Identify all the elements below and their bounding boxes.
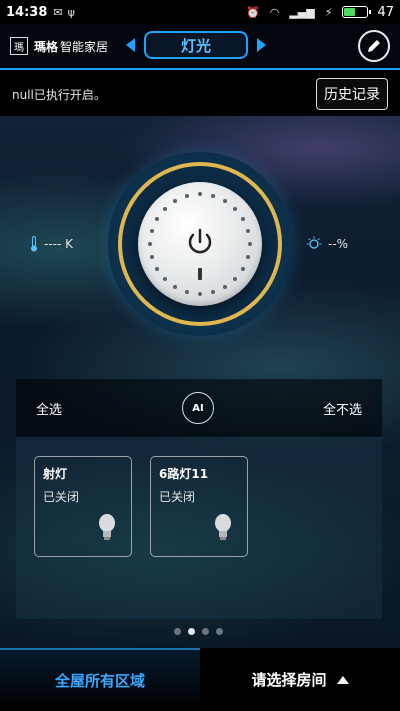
bottom-bar: 全屋所有区域 请选择房间 <box>0 648 400 711</box>
signal-icon: ▂▄▆ <box>289 5 315 19</box>
power-icon[interactable] <box>182 224 218 260</box>
battery-level: 47 <box>377 4 394 20</box>
dial-tick <box>149 229 154 234</box>
brand-name: 瑪格 <box>34 39 59 54</box>
dial-tick <box>173 285 177 290</box>
color-temp-value: ---- K <box>44 237 74 251</box>
device-name: 射灯 <box>43 467 68 481</box>
edit-button[interactable] <box>358 30 390 62</box>
device-status: 已关闭 <box>43 490 80 504</box>
dial-tick <box>210 290 215 295</box>
page-indicator <box>174 628 223 635</box>
dial-tick <box>173 198 177 203</box>
dial-tick <box>241 267 246 271</box>
page-dot[interactable] <box>188 628 195 635</box>
dial-tick <box>233 277 238 282</box>
prev-category-icon[interactable] <box>126 38 135 52</box>
dial-tick <box>149 254 154 259</box>
dial-tick <box>246 229 251 234</box>
status-message: null已执行开启。 <box>12 87 106 102</box>
brand-logo: 瑪 <box>10 37 28 55</box>
info-bar: null已执行开启。 历史记录 <box>0 72 400 116</box>
dial-tick <box>246 254 251 259</box>
email-icon: ✉ <box>53 5 63 19</box>
dial-tick <box>210 193 215 198</box>
color-temp-readout: ---- K <box>30 236 73 252</box>
dial-tick <box>223 285 227 290</box>
bulb-rays-icon <box>306 236 322 249</box>
ai-icon: AI <box>192 402 204 414</box>
dial-knob[interactable] <box>138 182 262 306</box>
dial-tick <box>154 267 159 271</box>
brightness-readout: --% <box>306 236 348 252</box>
brand: 瑪 瑪格 智能家居 <box>10 37 108 55</box>
dial-tick <box>223 198 227 203</box>
ai-button[interactable]: AI <box>182 392 214 424</box>
usb-icon: ψ <box>67 5 75 19</box>
dial-tick <box>198 292 202 296</box>
device-status: 已关闭 <box>159 490 196 504</box>
pencil-icon <box>368 40 380 52</box>
device-card[interactable]: 6路灯11 已关闭 <box>150 456 248 557</box>
all-areas-tab[interactable]: 全屋所有区域 <box>0 648 200 711</box>
dial-tick <box>162 206 167 211</box>
dial-tick <box>162 277 167 282</box>
control-stage: ---- K --% 全选 AI 全不选 射灯 已关闭 6路灯11 已关闭 <box>0 116 400 648</box>
battery-icon <box>342 6 372 18</box>
dial-tick <box>185 193 190 198</box>
dial-level-marker <box>198 268 202 280</box>
select-room-label: 请选择房间 <box>251 671 327 689</box>
current-category-tab[interactable]: 灯光 <box>144 31 248 59</box>
next-category-icon[interactable] <box>257 38 266 52</box>
app-header: 瑪 瑪格 智能家居 灯光 <box>0 24 400 70</box>
panel-header: 全选 AI 全不选 <box>16 379 382 437</box>
status-bar: 14:38 ✉ ψ ⏰ ◠ ▂▄▆ ⚡ 47 <box>0 0 400 24</box>
select-all-button[interactable]: 全选 <box>36 399 62 418</box>
device-panel: 全选 AI 全不选 射灯 已关闭 6路灯11 已关闭 <box>16 379 382 619</box>
page-dot[interactable] <box>174 628 181 635</box>
device-card[interactable]: 射灯 已关闭 <box>34 456 132 557</box>
charging-icon: ⚡ <box>324 5 333 19</box>
dial-tick <box>154 217 159 221</box>
thermometer-icon <box>31 236 37 252</box>
alarm-icon: ⏰ <box>246 5 260 19</box>
select-none-button[interactable]: 全不选 <box>323 399 362 418</box>
select-room-button[interactable]: 请选择房间 <box>200 648 400 711</box>
dial-tick <box>248 242 252 246</box>
device-grid: 射灯 已关闭 6路灯11 已关闭 <box>16 437 382 619</box>
brand-subtitle: 智能家居 <box>60 39 109 54</box>
brightness-dial[interactable] <box>108 152 292 336</box>
light-bulb-icon <box>215 514 231 540</box>
dial-tick <box>148 242 152 246</box>
history-button[interactable]: 历史记录 <box>316 78 388 110</box>
category-switcher: 灯光 <box>126 31 266 59</box>
wifi-icon: ◠ <box>269 5 280 19</box>
dial-tick <box>198 192 202 196</box>
triangle-up-icon <box>336 675 349 684</box>
status-time: 14:38 <box>6 4 48 20</box>
dial-ring <box>118 162 282 326</box>
page-dot[interactable] <box>202 628 209 635</box>
page-dot[interactable] <box>216 628 223 635</box>
device-name: 6路灯11 <box>159 467 209 481</box>
light-bulb-icon <box>99 514 115 540</box>
dial-tick <box>241 217 246 221</box>
dial-tick <box>185 290 190 295</box>
brightness-value: --% <box>328 237 349 251</box>
dial-tick <box>233 206 238 211</box>
